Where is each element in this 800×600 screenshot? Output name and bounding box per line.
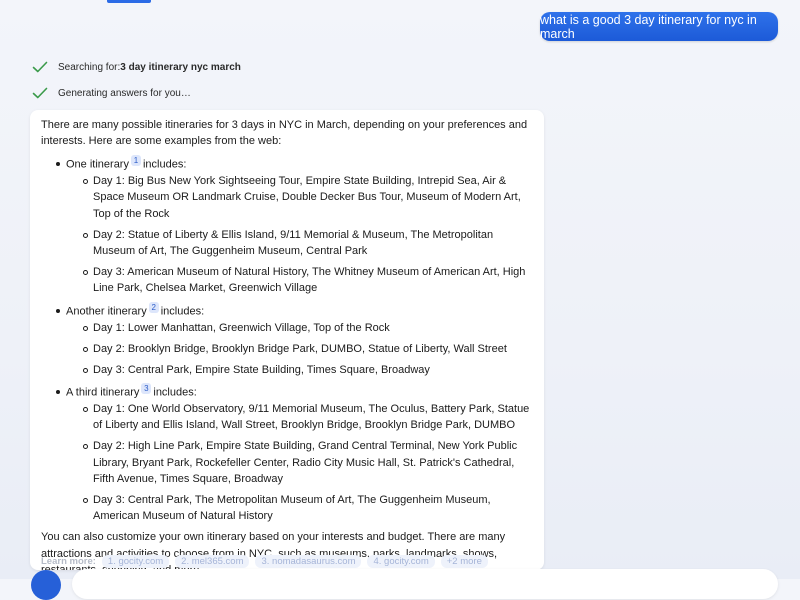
day-item: Day 3: Central Park, Empire State Buildi… <box>83 362 534 378</box>
status-searching: Searching for: 3 day itinerary nyc march <box>32 59 241 75</box>
user-message-bubble: what is a good 3 day itinerary for nyc i… <box>540 12 778 41</box>
chat-input[interactable] <box>72 569 778 599</box>
check-icon <box>32 61 48 73</box>
itinerary-list: One itinerary 1 includes: Day 1: Big Bus N… <box>41 155 534 524</box>
day-item: Day 1: Big Bus New York Sightseeing Tour… <box>83 173 534 222</box>
answer-intro: There are many possible itineraries for … <box>41 119 528 148</box>
itinerary-label: One itinerary <box>66 159 129 172</box>
day-item: Day 3: American Museum of Natural Histor… <box>83 264 534 296</box>
learn-more-link[interactable]: 1. gocity.com <box>101 555 170 568</box>
itinerary-item: One itinerary 1 includes: Day 1: Big Bus N… <box>56 155 534 296</box>
itinerary-item: Another itinerary 2 includes: Day 1: Lower… <box>56 301 534 379</box>
day-item: Day 2: High Line Park, Empire State Buil… <box>83 438 534 487</box>
status-search-term: 3 day itinerary nyc march <box>120 61 241 73</box>
citation-badge[interactable]: 1 <box>130 155 141 167</box>
active-tab-indicator <box>107 0 151 3</box>
day-item: Day 2: Statue of Liberty & Ellis Island,… <box>83 227 534 259</box>
status-generating-text: Generating answers for you… <box>58 87 191 99</box>
learn-more-bar: Learn more: 1. gocity.com 2. mel365.com … <box>41 555 488 568</box>
day-item: Day 2: Brooklyn Bridge, Brooklyn Bridge … <box>83 341 534 357</box>
itinerary-suffix: includes: <box>160 305 205 318</box>
day-item: Day 3: Central Park, The Metropolitan Mu… <box>83 492 534 524</box>
day-item: Day 1: One World Observatory, 9/11 Memor… <box>83 401 534 433</box>
user-message-text: what is a good 3 day itinerary for nyc i… <box>540 12 757 41</box>
status-searching-prefix: Searching for: <box>58 61 121 73</box>
learn-more-title: Learn more: <box>41 556 96 567</box>
citation-badge[interactable]: 3 <box>141 383 152 395</box>
learn-more-link[interactable]: 4. gocity.com <box>367 555 435 568</box>
day-item: Day 1: Lower Manhattan, Greenwich Villag… <box>83 320 534 336</box>
itinerary-suffix: includes: <box>153 386 197 399</box>
check-icon <box>32 87 48 99</box>
citation-badge[interactable]: 2 <box>148 301 159 313</box>
itinerary-label: A third itinerary <box>66 386 140 399</box>
learn-more-expand[interactable]: +2 more <box>440 555 488 568</box>
day-list: Day 1: Lower Manhattan, Greenwich Villag… <box>66 320 534 379</box>
day-list: Day 1: Big Bus New York Sightseeing Tour… <box>66 173 534 296</box>
itinerary-label: Another itinerary <box>66 305 147 318</box>
new-topic-button[interactable] <box>31 570 61 600</box>
itinerary-item: A third itinerary 3 includes: Day 1: One W… <box>56 383 534 524</box>
learn-more-link[interactable]: 2. mel365.com <box>175 555 250 568</box>
itinerary-suffix: includes: <box>142 159 187 172</box>
answer-card: There are many possible itineraries for … <box>30 110 544 570</box>
day-list: Day 1: One World Observatory, 9/11 Memor… <box>66 401 534 524</box>
status-generating: Generating answers for you… <box>32 85 191 101</box>
learn-more-link[interactable]: 3. nomadasaurus.com <box>255 555 362 568</box>
